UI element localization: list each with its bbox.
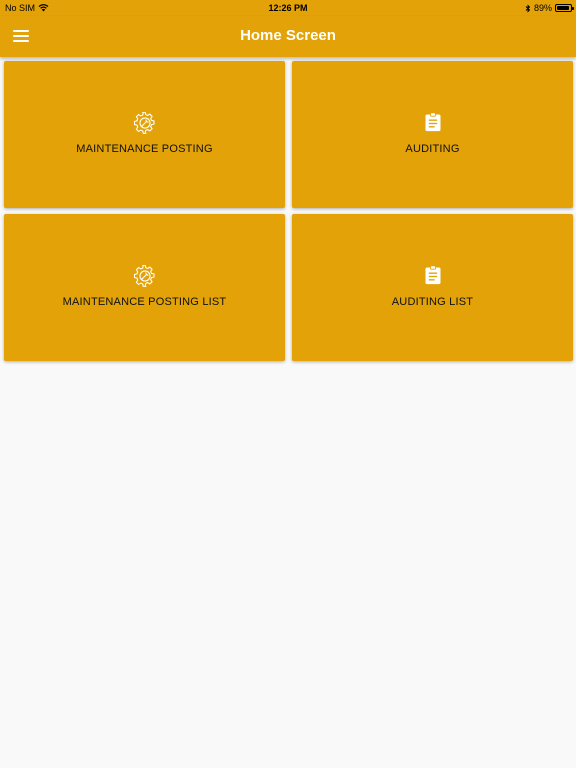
bluetooth-icon xyxy=(525,3,531,13)
card-label: AUDITING xyxy=(405,143,460,155)
clipboard-icon xyxy=(425,112,440,132)
maintenance-posting-card[interactable]: MAINTENANCE POSTING xyxy=(4,61,285,208)
auditing-card[interactable]: AUDITING xyxy=(292,61,573,208)
clipboard-icon xyxy=(425,265,440,285)
card-label: MAINTENANCE POSTING xyxy=(76,143,213,155)
battery-fill xyxy=(557,6,569,10)
card-label: AUDITING LIST xyxy=(391,296,474,308)
status-bar: No SIM 12:26 PM 89% xyxy=(0,0,576,16)
battery-icon xyxy=(555,4,574,12)
maintenance-posting-list-card[interactable]: MAINTENANCE POSTING LIST xyxy=(4,214,285,361)
battery-percent: 89% xyxy=(533,3,552,13)
status-time: 12:26 PM xyxy=(268,3,308,13)
auditing-list-card[interactable]: AUDITING LIST xyxy=(292,214,573,361)
gear-wrench-icon xyxy=(133,112,155,134)
card-label: MAINTENANCE POSTING LIST xyxy=(62,296,227,308)
app-bar: Home Screen xyxy=(0,16,576,57)
page-title: Home Screen xyxy=(240,27,336,44)
status-right: 89% xyxy=(525,3,574,13)
gear-wrench-icon xyxy=(133,265,155,287)
